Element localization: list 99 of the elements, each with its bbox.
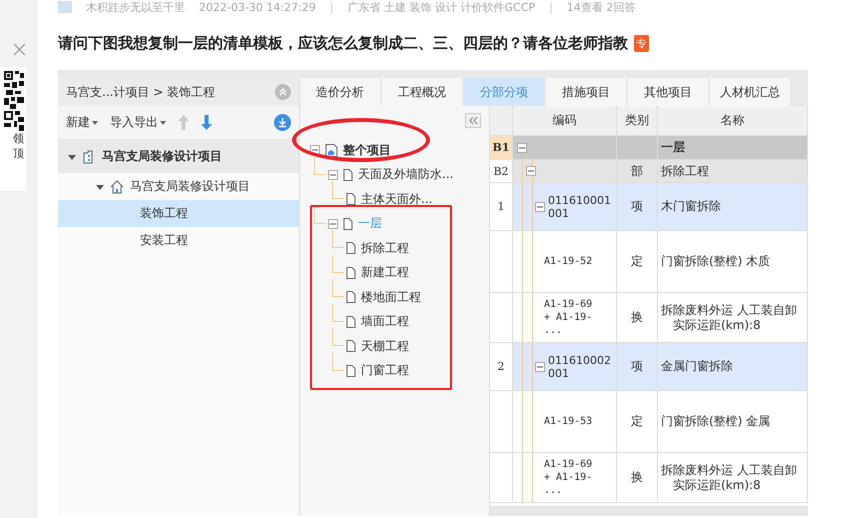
minus-icon — [537, 204, 543, 210]
tree-node[interactable]: 天棚工程 — [361, 338, 409, 355]
collapse-panel-button[interactable] — [465, 113, 481, 128]
document-icon — [346, 266, 356, 279]
code-cell: A1-19-53 — [513, 391, 617, 453]
dropdown-caret-icon[interactable] — [160, 120, 166, 124]
collapse-toggle[interactable] — [535, 202, 545, 212]
name-cell: 木门窗拆除 — [658, 183, 808, 231]
name-cell: 拆除工程 — [658, 160, 808, 183]
type-cell: 定 — [617, 231, 658, 293]
post-tags: 广东省 土建 装饰 设计 计价软件GCCP — [348, 0, 536, 14]
toolbar-menu[interactable]: 导入导出 — [110, 114, 166, 131]
detail-text: 实际运距(km):8 — [672, 318, 762, 332]
separator: | — [549, 0, 553, 14]
post-stats: 14查看 2回答 — [566, 0, 636, 14]
collapse-toggle[interactable] — [328, 170, 338, 180]
separator: | — [330, 0, 334, 14]
post-date: 2022-03-30 14:27:29 — [199, 0, 316, 14]
tree-node[interactable]: 主体天面外... — [361, 190, 432, 208]
tree-item[interactable]: 安装工程 — [58, 227, 299, 254]
name-cell: 金属门窗拆除 — [658, 343, 808, 391]
document-icon — [346, 340, 356, 352]
document-icon — [343, 218, 353, 230]
tree-item-label: 马宫支局装修设计项目 — [130, 178, 250, 195]
tab[interactable]: 措施项目 — [546, 78, 626, 106]
tree-node[interactable]: 整个项目 — [343, 142, 391, 159]
collapse-toggle[interactable] — [517, 142, 527, 152]
tab[interactable]: 人材机汇总 — [710, 78, 790, 106]
question-title: 请问下图我想复制一层的清单模板，应该怎么复制成二、三、四层的？请各位老师指教 — [58, 34, 628, 52]
minus-icon — [312, 147, 318, 154]
tab[interactable]: 造价分析 — [300, 78, 380, 106]
horizontal-scrollbar[interactable] — [490, 506, 808, 516]
minus-icon — [330, 172, 336, 178]
code-cell: 011610002001 — [513, 343, 617, 391]
type-cell: 部 — [617, 160, 658, 183]
tree-item-label: 装饰工程 — [140, 205, 188, 222]
collapse-toggle[interactable] — [328, 218, 338, 229]
caret-icon[interactable] — [96, 182, 104, 190]
tree-node[interactable]: 拆除工程 — [361, 240, 409, 257]
column-header[interactable]: 编码 — [513, 106, 617, 136]
collapse-toggle[interactable] — [535, 362, 545, 372]
tree-node[interactable]: 天面及外墙防水... — [358, 166, 454, 184]
type-cell: 换 — [617, 453, 658, 503]
minus-icon — [528, 168, 534, 174]
collapse-toggle[interactable] — [526, 166, 536, 176]
name-text: 拆除废料外运 人工装自卸 — [661, 302, 797, 318]
code-cell: 011610001001 — [513, 183, 617, 231]
category-badge: 专 — [634, 34, 649, 52]
folder-chart-icon — [325, 144, 338, 157]
row-number: B1 — [490, 136, 513, 160]
minus-icon — [330, 220, 336, 227]
tree-item[interactable]: 装饰工程 — [58, 200, 299, 227]
name-text: 拆除废料外运 人工装自卸 — [661, 462, 797, 478]
download-icon[interactable] — [274, 114, 291, 131]
avatar-icon — [58, 1, 72, 13]
name-cell: 门窗拆除(整樘) 木质 — [658, 231, 808, 293]
tree-item[interactable]: 马宫支局装修设计项目 — [58, 140, 299, 173]
close-icon[interactable] — [14, 44, 25, 55]
row-number: 1 — [490, 183, 513, 231]
toolbar-menu[interactable]: 新建 — [66, 114, 98, 131]
double-chevron-left-icon — [468, 117, 478, 124]
minus-icon — [537, 364, 543, 370]
column-header[interactable]: 类别 — [617, 106, 658, 136]
document-icon — [346, 291, 356, 304]
detail-text: 实际运距(km):8 — [672, 478, 762, 492]
code-cell: A1-19-52 — [513, 231, 617, 293]
tree-node[interactable]: 楼地面工程 — [361, 288, 421, 306]
type-cell: 定 — [617, 391, 658, 453]
document-icon — [346, 364, 356, 377]
tree-item[interactable]: 马宫支局装修设计项目 — [58, 173, 299, 200]
house-icon — [110, 180, 124, 194]
tree-node[interactable]: 墙面工程 — [361, 313, 409, 330]
tree-node[interactable]: 门窗工程 — [361, 362, 409, 380]
name-cell: 门窗拆除(整樘) 金属 — [658, 391, 808, 453]
type-cell: 项 — [617, 183, 658, 231]
tree-item-label: 安装工程 — [140, 232, 188, 249]
arrow-down-icon[interactable] — [201, 115, 212, 130]
type-cell: 项 — [617, 343, 658, 391]
qr-code-icon — [4, 71, 24, 131]
type-cell: 换 — [617, 293, 658, 343]
qr-caption: 领 — [13, 131, 24, 146]
minus-icon — [519, 144, 525, 150]
tree-item-label: 马宫支局装修设计项目 — [102, 148, 222, 165]
document-icon — [346, 316, 356, 328]
caret-icon[interactable] — [68, 152, 76, 160]
code-cell: A1-19-69 + A1-19- ... — [513, 453, 617, 503]
column-header[interactable]: 名称 — [658, 106, 808, 136]
dropdown-caret-icon[interactable] — [92, 120, 98, 124]
tree-node[interactable]: 新建工程 — [361, 264, 409, 282]
document-icon — [343, 168, 353, 181]
tab[interactable]: 工程概况 — [382, 78, 462, 106]
row-number: B2 — [490, 160, 513, 183]
name-cell: 一层 — [658, 136, 808, 160]
qr-caption: 顶 — [13, 146, 24, 161]
code-cell: A1-19-69 + A1-19- ... — [513, 293, 617, 343]
row-number: 2 — [490, 343, 513, 391]
tab[interactable]: 其他项目 — [628, 78, 708, 106]
document-icon — [346, 242, 356, 254]
document-icon — [346, 193, 356, 206]
